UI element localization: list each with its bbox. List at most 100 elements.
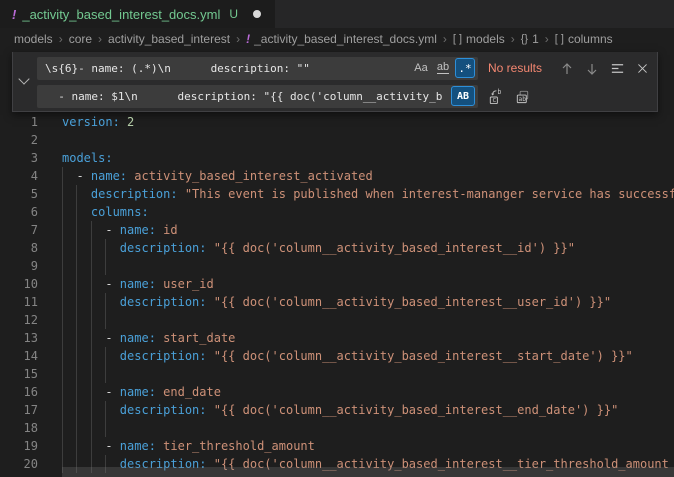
regex-toggle[interactable]: .* <box>455 58 475 78</box>
find-input[interactable]: \s{6}- name: (.*)\n description: "" Aa a… <box>37 57 478 80</box>
replace-input-text[interactable]: - name: $1\n description: "{{ doc('colum… <box>45 85 443 108</box>
find-input-text[interactable]: \s{6}- name: (.*)\n description: "" <box>45 57 395 80</box>
arrow-up-icon <box>560 62 574 76</box>
code-line[interactable]: 10 - name: user_id <box>0 275 674 293</box>
code-line-text: description: "{{ doc('column__activity_b… <box>62 239 575 257</box>
code-line[interactable]: 18 <box>0 419 674 437</box>
code-line[interactable]: 16 - name: end_date <box>0 383 674 401</box>
code-line-text: models: <box>62 149 113 167</box>
replace-input[interactable]: - name: $1\n description: "{{ doc('colum… <box>37 85 478 108</box>
code-line[interactable]: 3 models: <box>0 149 674 167</box>
find-widget: \s{6}- name: (.*)\n description: "" Aa a… <box>12 52 658 112</box>
code-line[interactable]: 19 - name: tier_threshold_amount <box>0 437 674 455</box>
code-line-text: - name: id <box>62 221 178 239</box>
breadcrumb-label: _activity_based_interest_docs.yml <box>254 32 437 46</box>
yaml-file-icon: ! <box>246 32 250 46</box>
code-area[interactable]: 1version: 223 models:4 - name: activity_b… <box>0 113 674 473</box>
code-line-text: - name: tier_threshold_amount <box>62 437 315 455</box>
line-number[interactable]: 3 <box>0 149 38 167</box>
replace-icon: b c <box>487 88 504 105</box>
breadcrumb-item[interactable]: [ ]models <box>453 32 505 46</box>
line-number[interactable]: 17 <box>0 401 38 419</box>
code-line[interactable]: 15 <box>0 365 674 383</box>
code-line[interactable]: 1version: 2 <box>0 113 674 131</box>
svg-text:b: b <box>497 88 501 96</box>
breadcrumb-separator: › <box>98 32 102 46</box>
breadcrumb-item[interactable]: core <box>69 32 92 46</box>
modified-dot[interactable] <box>253 10 261 18</box>
code-line[interactable]: 13 - name: start_date <box>0 329 674 347</box>
line-number[interactable]: 6 <box>0 203 38 221</box>
preserve-case-toggle[interactable]: AB <box>451 86 475 106</box>
code-line[interactable]: 5 description: "This event is published … <box>0 185 674 203</box>
breadcrumb-separator: › <box>443 32 447 46</box>
code-line[interactable]: 11 description: "{{ doc('column__activit… <box>0 293 674 311</box>
line-number[interactable]: 2 <box>0 131 38 149</box>
code-line[interactable]: 14 description: "{{ doc('column__activit… <box>0 347 674 365</box>
breadcrumb-item[interactable]: models <box>14 32 53 46</box>
breadcrumb-separator: › <box>545 32 549 46</box>
whole-word-toggle[interactable]: ab <box>433 58 453 78</box>
line-number[interactable]: 5 <box>0 185 38 203</box>
breadcrumb-label: core <box>69 32 92 46</box>
line-number[interactable]: 1 <box>0 113 38 131</box>
breadcrumb-separator: › <box>236 32 240 46</box>
line-number[interactable]: 16 <box>0 383 38 401</box>
code-line[interactable]: 12 <box>0 311 674 329</box>
line-number[interactable]: 4 <box>0 167 38 185</box>
code-line[interactable]: 9 <box>0 257 674 275</box>
breadcrumb-separator: › <box>59 32 63 46</box>
next-match-button[interactable] <box>582 59 602 79</box>
line-number[interactable]: 13 <box>0 329 38 347</box>
match-case-toggle[interactable]: Aa <box>411 58 431 78</box>
git-status-badge: U <box>229 7 238 21</box>
line-number[interactable]: 15 <box>0 365 38 383</box>
line-number[interactable]: 18 <box>0 419 38 437</box>
close-icon <box>636 62 649 75</box>
line-number[interactable]: 14 <box>0 347 38 365</box>
horizontal-scrollbar[interactable] <box>62 467 674 477</box>
code-line-text: - name: end_date <box>62 383 221 401</box>
find-status: No results <box>488 57 542 80</box>
code-line-text: - name: start_date <box>62 329 235 347</box>
code-line-text: description: "{{ doc('column__activity_b… <box>62 347 633 365</box>
code-line[interactable]: 4 - name: activity_based_interest_activa… <box>0 167 674 185</box>
line-number[interactable]: 12 <box>0 311 38 329</box>
toggle-replace-button[interactable] <box>13 52 35 110</box>
tab-filename: _activity_based_interest_docs.yml <box>22 7 220 22</box>
code-line-text: description: "{{ doc('column__activity_b… <box>62 401 618 419</box>
replace-all-button[interactable]: ab <box>512 87 532 107</box>
breadcrumb-label: 1 <box>532 32 539 46</box>
symbol-array-icon: [ ] <box>555 33 564 45</box>
breadcrumb-item[interactable]: [ ]columns <box>555 32 613 46</box>
previous-match-button[interactable] <box>557 59 577 79</box>
line-number[interactable]: 11 <box>0 293 38 311</box>
line-number[interactable]: 8 <box>0 239 38 257</box>
yaml-file-icon: ! <box>12 7 16 22</box>
code-line-text: description: "{{ doc('column__activity_b… <box>62 293 611 311</box>
selection-icon <box>610 61 625 76</box>
close-find-widget-button[interactable] <box>632 59 652 79</box>
code-line[interactable]: 6 columns: <box>0 203 674 221</box>
code-line[interactable]: 2 <box>0 131 674 149</box>
code-line[interactable]: 17 description: "{{ doc('column__activit… <box>0 401 674 419</box>
symbol-object-icon: {} <box>521 33 528 45</box>
replace-button[interactable]: b c <box>485 87 505 107</box>
line-number[interactable]: 19 <box>0 437 38 455</box>
breadcrumb-label: models <box>14 32 53 46</box>
tab-activity-based-interest-docs[interactable]: ! _activity_based_interest_docs.yml U <box>0 0 275 28</box>
line-number[interactable]: 7 <box>0 221 38 239</box>
svg-text:c: c <box>492 96 496 104</box>
breadcrumb-item[interactable]: activity_based_interest <box>108 32 230 46</box>
breadcrumb: models › core › activity_based_interest ›! _ac… <box>0 28 674 50</box>
line-number[interactable]: 20 <box>0 455 38 473</box>
find-in-selection-button[interactable] <box>607 59 627 79</box>
breadcrumb-item[interactable]: ! _activity_based_interest_docs.yml <box>246 32 437 46</box>
tab-bar: ! _activity_based_interest_docs.yml U <box>0 0 674 28</box>
code-line[interactable]: 8 description: "{{ doc('column__activity… <box>0 239 674 257</box>
code-line[interactable]: 7 - name: id <box>0 221 674 239</box>
line-number[interactable]: 9 <box>0 257 38 275</box>
breadcrumb-item[interactable]: {} 1 <box>521 32 539 46</box>
line-number[interactable]: 10 <box>0 275 38 293</box>
vscode-editor-window: ! _activity_based_interest_docs.yml U mo… <box>0 0 674 477</box>
